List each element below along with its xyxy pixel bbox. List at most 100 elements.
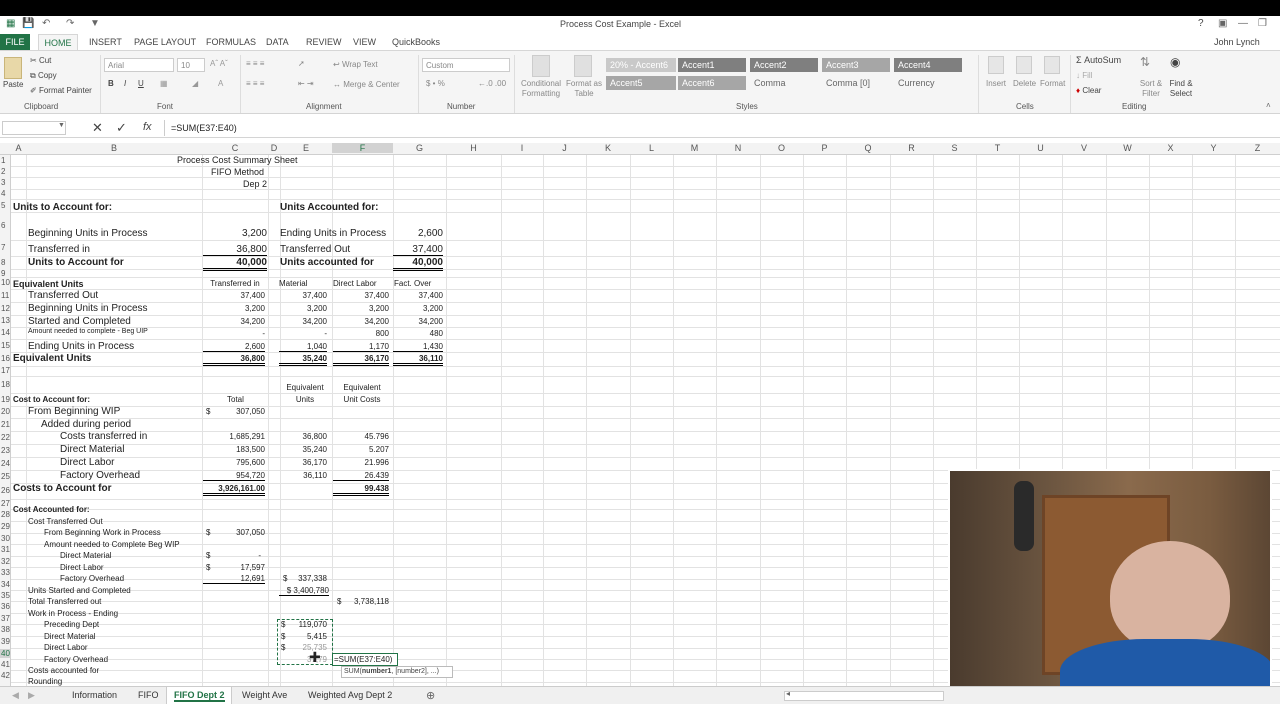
formula-edit-cell[interactable]: =SUM(E37:E40) bbox=[332, 653, 398, 666]
transferred-in-label[interactable]: Transferred in bbox=[28, 244, 90, 255]
clear-button[interactable]: ♦ Clear bbox=[1076, 86, 1101, 95]
help-icon[interactable]: ? bbox=[1198, 18, 1204, 29]
column-header-c[interactable]: C bbox=[202, 143, 268, 153]
row-header-10[interactable]: 10 bbox=[0, 278, 11, 287]
collapse-ribbon-icon[interactable]: ˄ bbox=[1266, 101, 1271, 110]
cost-row-label[interactable]: Factory Overhead bbox=[60, 470, 140, 481]
an-sub-sign[interactable]: $ bbox=[283, 574, 287, 583]
units-to-account-header[interactable]: Units to Account for: bbox=[13, 202, 112, 213]
cost-row-eu[interactable]: 36,110 bbox=[279, 471, 327, 480]
horizontal-scrollbar[interactable] bbox=[784, 691, 944, 701]
beg-wip-value[interactable]: 3,200 bbox=[203, 228, 267, 239]
row-header-40[interactable]: 40 bbox=[0, 648, 11, 658]
eq-col-direct-labor[interactable]: Direct Labor bbox=[333, 279, 377, 288]
row-header-17[interactable]: 17 bbox=[0, 366, 11, 375]
redo-icon[interactable]: ↷ bbox=[66, 18, 74, 29]
user-name[interactable]: John Lynch bbox=[1214, 37, 1260, 47]
cost-row-total[interactable]: 1,685,291 bbox=[203, 432, 265, 441]
row-header-14[interactable]: 14 bbox=[0, 328, 11, 337]
column-header-m[interactable]: M bbox=[673, 143, 716, 153]
grow-font-icon[interactable]: Aˆ Aˇ bbox=[210, 59, 228, 68]
style-accent4[interactable]: Accent4 bbox=[894, 58, 962, 72]
eq-row-value[interactable]: 1,040 bbox=[279, 342, 327, 352]
column-header-x[interactable]: X bbox=[1149, 143, 1192, 153]
eq-row-value[interactable]: 3,200 bbox=[393, 304, 443, 313]
eq-row-value[interactable]: 34,200 bbox=[393, 317, 443, 326]
column-header-y[interactable]: Y bbox=[1192, 143, 1235, 153]
eq-row-value[interactable]: - bbox=[279, 329, 327, 338]
cost-row-total[interactable]: 954,720 bbox=[203, 471, 265, 481]
costs-total-label[interactable]: Costs to Account for bbox=[13, 483, 112, 494]
from-beg-wip-value[interactable]: 307,050 bbox=[221, 407, 265, 416]
column-header-z[interactable]: Z bbox=[1235, 143, 1280, 153]
font-name-select[interactable]: Arial bbox=[104, 58, 174, 72]
eq-total-1[interactable]: 35,240 bbox=[279, 354, 327, 366]
row-header-20[interactable]: 20 bbox=[0, 407, 11, 416]
eq-row-value[interactable]: 3,200 bbox=[203, 304, 265, 313]
units-accounted-header[interactable]: Units Accounted for: bbox=[280, 202, 379, 213]
row-header-7[interactable]: 7 bbox=[0, 243, 11, 252]
format-cells-button[interactable]: Format bbox=[1040, 79, 1065, 88]
units-total-value[interactable]: 40,000 bbox=[203, 257, 267, 271]
cost-accounted-header[interactable]: Cost Accounted for: bbox=[13, 505, 90, 514]
style-20-accent6[interactable]: 20% - Accent6 bbox=[606, 58, 676, 72]
eq-row-value[interactable]: 37,400 bbox=[333, 291, 389, 300]
costs-total-euc[interactable]: 99.438 bbox=[333, 484, 389, 496]
eq-total-2[interactable]: 36,170 bbox=[333, 354, 389, 366]
ribbon-display-icon[interactable]: ▣ bbox=[1218, 18, 1227, 29]
units-total-label[interactable]: Units to Account for bbox=[28, 257, 124, 268]
tab-quickbooks[interactable]: QuickBooks bbox=[392, 37, 440, 47]
wip-fo-label[interactable]: Factory Overhead bbox=[44, 655, 108, 664]
column-header-a[interactable]: A bbox=[11, 143, 26, 153]
file-tab[interactable]: FILE bbox=[0, 34, 30, 50]
eq-row-value[interactable]: 34,200 bbox=[333, 317, 389, 326]
insert-function-icon[interactable]: fx bbox=[143, 121, 152, 133]
cut-button[interactable]: ✂ Cut bbox=[30, 56, 51, 65]
row-header-36[interactable]: 36 bbox=[0, 602, 11, 611]
row-header-12[interactable]: 12 bbox=[0, 304, 11, 313]
eq-units-header[interactable]: Equivalent Units bbox=[13, 279, 84, 289]
eq-row-label[interactable]: Beginning Units in Process bbox=[28, 303, 148, 314]
restore-icon[interactable]: ❐ bbox=[1258, 18, 1267, 29]
cost-row-total[interactable]: 183,500 bbox=[203, 445, 265, 454]
row-header-3[interactable]: 3 bbox=[0, 178, 11, 187]
an-fo-label[interactable]: Factory Overhead bbox=[60, 574, 124, 583]
eq-row-value[interactable]: - bbox=[203, 329, 265, 338]
column-header-g[interactable]: G bbox=[393, 143, 446, 153]
eq-col-transferred-in[interactable]: Transferred in bbox=[203, 279, 267, 288]
cost-row-eu[interactable]: 35,240 bbox=[279, 445, 327, 454]
align-left-icon[interactable]: ≡ ≡ ≡ bbox=[246, 79, 264, 88]
wrap-text-button[interactable]: ↩ Wrap Text bbox=[333, 60, 378, 69]
an-dl-label[interactable]: Direct Labor bbox=[60, 563, 104, 572]
column-header-r[interactable]: R bbox=[890, 143, 933, 153]
scroll-left-icon[interactable]: ◂ bbox=[786, 689, 790, 698]
cost-row-label[interactable]: Direct Labor bbox=[60, 457, 114, 468]
units-accounted-total-label[interactable]: Units accounted for bbox=[280, 257, 374, 268]
column-header-p[interactable]: P bbox=[803, 143, 846, 153]
row-header-18[interactable]: 18 bbox=[0, 380, 11, 389]
eq-row-label[interactable]: Amount needed to complete - Beg UIP bbox=[28, 328, 148, 335]
eq-row-value[interactable]: 3,200 bbox=[279, 304, 327, 313]
name-box[interactable] bbox=[2, 121, 66, 135]
style-accent1[interactable]: Accent1 bbox=[678, 58, 746, 72]
amount-needed-label[interactable]: Amount needed to Complete Beg WIP bbox=[44, 540, 180, 549]
sheet-tab-weight-ave[interactable]: Weight Ave bbox=[242, 690, 287, 700]
euc-header-1[interactable]: Equivalent bbox=[333, 383, 391, 392]
eq-total-0[interactable]: 36,800 bbox=[203, 354, 265, 366]
sheet-dept[interactable]: Dep 2 bbox=[243, 179, 267, 189]
row-header-16[interactable]: 16 bbox=[0, 354, 11, 363]
row-header-38[interactable]: 38 bbox=[0, 625, 11, 634]
eq-row-value[interactable]: 1,430 bbox=[393, 342, 443, 352]
new-sheet-icon[interactable]: ⊕ bbox=[426, 689, 435, 702]
row-header-5[interactable]: 5 bbox=[0, 201, 11, 210]
italic-button[interactable]: I bbox=[124, 79, 126, 88]
end-wip-label[interactable]: Ending Units in Process bbox=[280, 228, 386, 239]
orientation-icon[interactable]: ➚ bbox=[298, 59, 305, 68]
cost-row-label[interactable]: Direct Material bbox=[60, 444, 124, 455]
style-currency[interactable]: Currency bbox=[894, 76, 962, 90]
binoculars-icon[interactable]: ◉ bbox=[1170, 55, 1180, 69]
eq-row-value[interactable]: 37,400 bbox=[203, 291, 265, 300]
cost-row-eu[interactable]: 36,170 bbox=[279, 458, 327, 467]
an-fo-value[interactable]: 12,691 bbox=[203, 574, 265, 584]
style-accent2[interactable]: Accent2 bbox=[750, 58, 818, 72]
